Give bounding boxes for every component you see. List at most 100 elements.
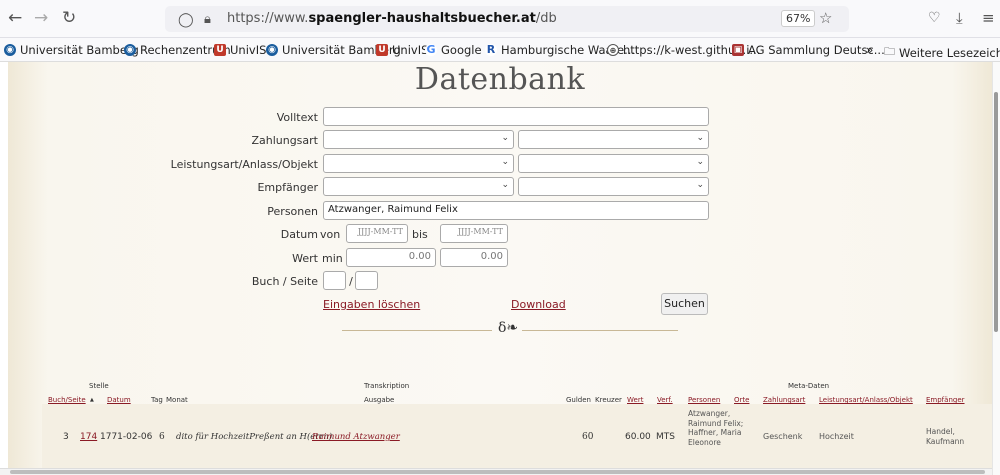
wert-min-input[interactable]: 0.00 bbox=[346, 248, 436, 267]
cell-tag: 6 bbox=[159, 432, 165, 442]
url-text[interactable]: https://www.spaengler-haushaltsbuecher.a… bbox=[227, 11, 557, 26]
cell-datum: 1771-02-06 bbox=[100, 432, 153, 442]
menu-icon[interactable]: ≡ bbox=[982, 9, 995, 27]
personen-input[interactable]: Atzwanger, Raimund Felix bbox=[323, 201, 709, 220]
bookmark-folder[interactable]: 🗀︎ Weitere Lesezeichen bbox=[884, 43, 1000, 61]
hamburg-icon: R bbox=[485, 43, 497, 56]
chevron-down-icon: ⌄ bbox=[696, 180, 704, 190]
column-header-monat: Monat bbox=[166, 396, 188, 404]
fleuron-ornament: δ❧ bbox=[498, 320, 519, 336]
empfaenger-select-1[interactable]: ⌄ bbox=[323, 177, 514, 196]
wert-label: Wert bbox=[292, 252, 318, 265]
zoom-level[interactable]: 67% bbox=[781, 10, 816, 27]
reload-icon[interactable]: ↻ bbox=[62, 9, 76, 27]
column-header-ausgabe: Ausgabe bbox=[364, 396, 395, 404]
column-header-datum[interactable]: Datum bbox=[107, 396, 131, 404]
wert-min-label: min bbox=[322, 252, 343, 265]
cell-gulden: 60 bbox=[582, 432, 594, 442]
chevron-down-icon: ⌄ bbox=[696, 157, 704, 167]
divider-right bbox=[522, 330, 678, 331]
bookmark-item[interactable]: U UnivIS bbox=[376, 43, 428, 57]
column-header-personen[interactable]: Personen bbox=[688, 396, 720, 404]
globe-icon: ⊕ bbox=[607, 44, 619, 56]
group-header-meta: Meta-Daten bbox=[788, 382, 830, 390]
folder-icon: 🗀︎ bbox=[884, 45, 895, 58]
date-from-input[interactable]: JJJJ-MM-TT bbox=[346, 224, 408, 243]
leistungsart-select-2[interactable]: ⌄ bbox=[518, 154, 709, 173]
vertical-scrollbar-thumb[interactable] bbox=[994, 92, 998, 332]
datum-label: Datum bbox=[280, 228, 318, 241]
bookmarks-bar: ◉ Universität Bamberg ◉ Rechenzentrum U Uni… bbox=[0, 38, 1000, 62]
url-path: /db bbox=[535, 11, 557, 26]
bookmark-label: Google bbox=[441, 43, 482, 57]
univis-icon: U bbox=[214, 44, 226, 56]
browser-toolbar: ← → ↻ ◯ 🔒︎ https://www.spaengler-haushal… bbox=[0, 0, 1000, 38]
chevron-down-icon: ⌄ bbox=[501, 157, 509, 167]
cell-zahlungsart: Geschenk bbox=[763, 432, 803, 441]
forward-arrow-icon[interactable]: → bbox=[34, 9, 48, 27]
column-header-tag: Tag bbox=[151, 396, 163, 404]
google-icon: G bbox=[425, 43, 437, 56]
uni-bamberg-icon: ◉ bbox=[266, 44, 278, 56]
date-to-input[interactable]: JJJJ-MM-TT bbox=[440, 224, 508, 243]
leistungsart-select-1[interactable]: ⌄ bbox=[323, 154, 514, 173]
datum-bis-label: bis bbox=[412, 228, 428, 241]
column-header-verf[interactable]: Verf. bbox=[657, 396, 673, 404]
bookmark-item[interactable]: ▣ AG Sammlung Deutsc... bbox=[732, 43, 885, 57]
column-header-zahlungsart[interactable]: Zahlungsart bbox=[763, 396, 805, 404]
url-domain: spaengler-haushaltsbuecher.at bbox=[308, 11, 536, 26]
bookmark-star-icon[interactable]: ☆ bbox=[819, 9, 832, 27]
uni-bamberg-icon: ◉ bbox=[4, 44, 16, 56]
back-arrow-icon[interactable]: ← bbox=[8, 9, 22, 27]
univis-icon: U bbox=[376, 44, 388, 56]
ag-sammlung-icon: ▣ bbox=[732, 44, 744, 56]
divider-left bbox=[342, 330, 492, 331]
datum-von-label: von bbox=[320, 228, 341, 241]
wert-max-input[interactable]: 0.00 bbox=[440, 248, 508, 267]
bookmark-label: Weitere Lesezeichen bbox=[899, 45, 1000, 60]
bookmark-label: Universität Bamberg bbox=[20, 43, 139, 57]
chevron-down-icon: ⌄ bbox=[696, 133, 704, 143]
zahlungsart-select-1[interactable]: ⌄ bbox=[323, 130, 514, 149]
uni-bamberg-icon: ◉ bbox=[124, 44, 136, 56]
column-header-gulden: Gulden bbox=[566, 396, 591, 404]
cell-ausgabe-person-link[interactable]: Raimund Atzwanger bbox=[312, 432, 400, 442]
horizontal-scrollbar-thumb[interactable] bbox=[10, 470, 985, 474]
bookmark-label: UnivIS bbox=[230, 43, 267, 57]
chevron-down-icon: ⌄ bbox=[501, 133, 509, 143]
cell-personen: Atzwanger, Raimund Felix; Haffner, Maria… bbox=[688, 409, 744, 447]
seite-input[interactable] bbox=[355, 271, 378, 290]
buch-seite-label: Buch / Seite bbox=[251, 275, 318, 288]
cell-seite-link[interactable]: 174 bbox=[80, 432, 97, 442]
bookmark-label: UnivIS bbox=[392, 43, 429, 57]
group-header-stelle: Stelle bbox=[89, 382, 109, 390]
download-icon[interactable]: ⤓ bbox=[956, 9, 963, 27]
column-header-buch-seite[interactable]: Buch/Seite bbox=[48, 396, 86, 404]
pocket-icon[interactable]: ♡ bbox=[928, 9, 941, 27]
cell-leistungsart: Hochzeit bbox=[819, 432, 854, 441]
more-bookmarks-chevron-icon[interactable]: » bbox=[866, 43, 873, 57]
download-link[interactable]: Download bbox=[511, 298, 566, 311]
empfaenger-select-2[interactable]: ⌄ bbox=[518, 177, 709, 196]
shield-icon[interactable]: ◯ bbox=[178, 11, 194, 29]
zahlungsart-select-2[interactable]: ⌄ bbox=[518, 130, 709, 149]
column-header-wert[interactable]: Wert bbox=[627, 396, 643, 404]
search-button[interactable]: Suchen bbox=[661, 293, 708, 315]
bookmark-item[interactable]: ◉ Universität Bamberg bbox=[4, 43, 139, 57]
volltext-label: Volltext bbox=[276, 111, 318, 124]
cell-ausgabe-text: dito für HochzeitPreßent an H(errn) bbox=[176, 432, 333, 442]
bookmark-item[interactable]: G Google bbox=[425, 43, 482, 57]
clear-inputs-link[interactable]: Eingaben löschen bbox=[323, 298, 420, 311]
cell-verf: MTS bbox=[656, 432, 675, 442]
lock-icon[interactable]: 🔒︎ bbox=[204, 11, 211, 29]
column-header-leistungsart[interactable]: Leistungsart/Anlass/Objekt bbox=[819, 396, 913, 404]
leistungsart-label: Leistungsart/Anlass/Objekt bbox=[170, 158, 318, 171]
volltext-input[interactable] bbox=[323, 107, 709, 126]
zahlungsart-label: Zahlungsart bbox=[251, 134, 318, 147]
cell-wert: 60.00 bbox=[625, 432, 651, 442]
buch-input[interactable] bbox=[323, 271, 346, 290]
column-header-empfaenger[interactable]: Empfänger bbox=[926, 396, 965, 404]
sort-ascending-icon[interactable]: ▲ bbox=[90, 397, 94, 403]
column-header-orte[interactable]: Orte bbox=[734, 396, 749, 404]
bookmark-item[interactable]: U UnivIS bbox=[214, 43, 266, 57]
